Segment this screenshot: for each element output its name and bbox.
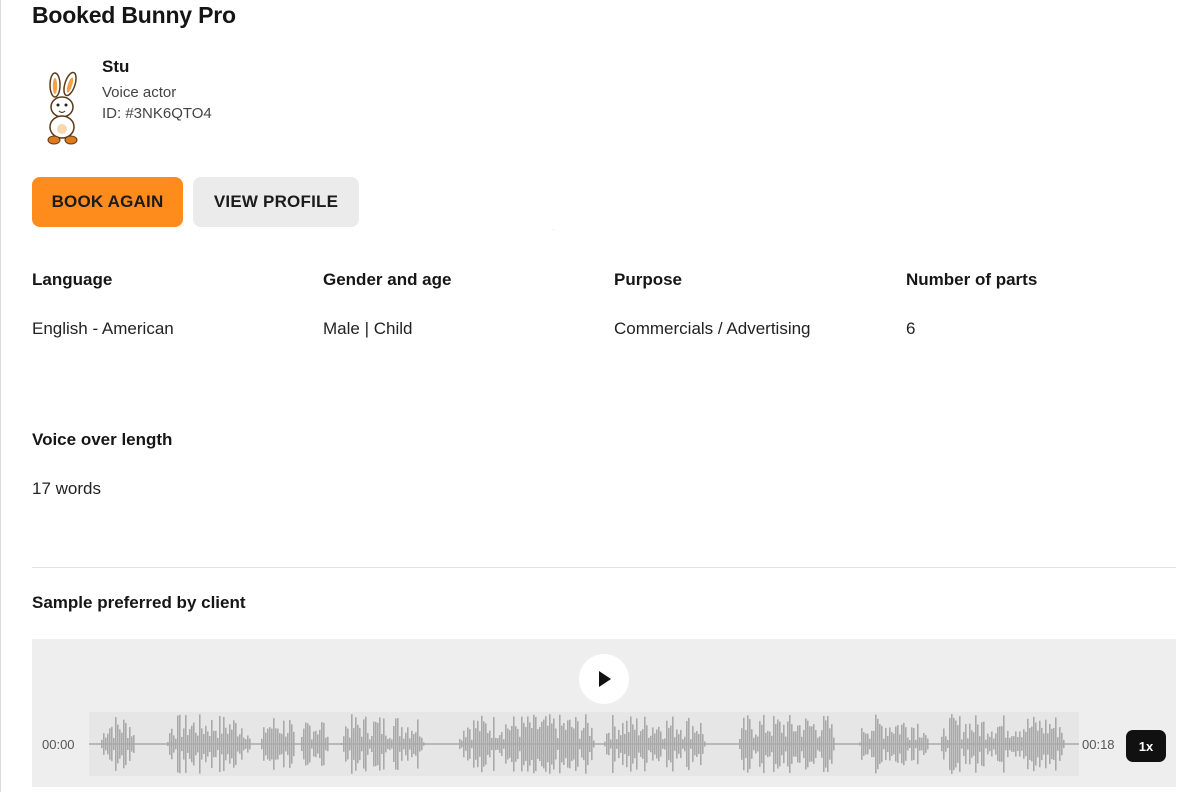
bunny-avatar — [47, 71, 78, 145]
actor-id: ID: #3NK6QTO4 — [102, 105, 212, 122]
voice-over-length: Voice over length 17 words — [32, 430, 172, 499]
play-icon — [599, 671, 611, 687]
book-again-button[interactable]: BOOK AGAIN — [32, 177, 183, 227]
detail-label: Number of parts — [906, 270, 1038, 289]
left-border — [0, 0, 1, 792]
detail-number-of-parts: Number of parts 6 — [906, 270, 1037, 339]
detail-value: Commercials / Advertising — [614, 319, 811, 338]
detail-value: English - American — [32, 319, 174, 338]
divider-dot — [553, 229, 554, 230]
playback-speed-button[interactable]: 1x — [1126, 730, 1166, 762]
actor-name: Stu — [102, 57, 130, 76]
detail-label: Language — [32, 270, 113, 289]
detail-purpose: Purpose Commercials / Advertising — [614, 270, 811, 339]
actor-role: Voice actor — [102, 84, 177, 101]
length-value: 17 words — [32, 479, 101, 498]
view-profile-button[interactable]: VIEW PROFILE — [193, 177, 359, 227]
detail-language: Language English - American — [32, 270, 174, 339]
play-button[interactable] — [579, 654, 629, 704]
section-divider — [32, 567, 1176, 568]
detail-label: Gender and age — [323, 270, 452, 289]
detail-gender-age: Gender and age Male | Child — [323, 270, 451, 339]
sample-label: Sample preferred by client — [32, 593, 246, 612]
waveform[interactable] — [89, 712, 1079, 776]
detail-label: Purpose — [614, 270, 683, 289]
actor-card: Stu Voice actor ID: #3NK6QTO4 — [42, 57, 212, 151]
detail-value: 6 — [906, 319, 916, 338]
page-title: Booked Bunny Pro — [32, 2, 236, 28]
detail-value: Male | Child — [323, 319, 413, 338]
duration: 00:18 — [1082, 737, 1115, 752]
audio-player: 00:00 00:18 1x — [32, 639, 1176, 787]
current-time: 00:00 — [42, 737, 75, 752]
length-label: Voice over length — [32, 430, 173, 449]
